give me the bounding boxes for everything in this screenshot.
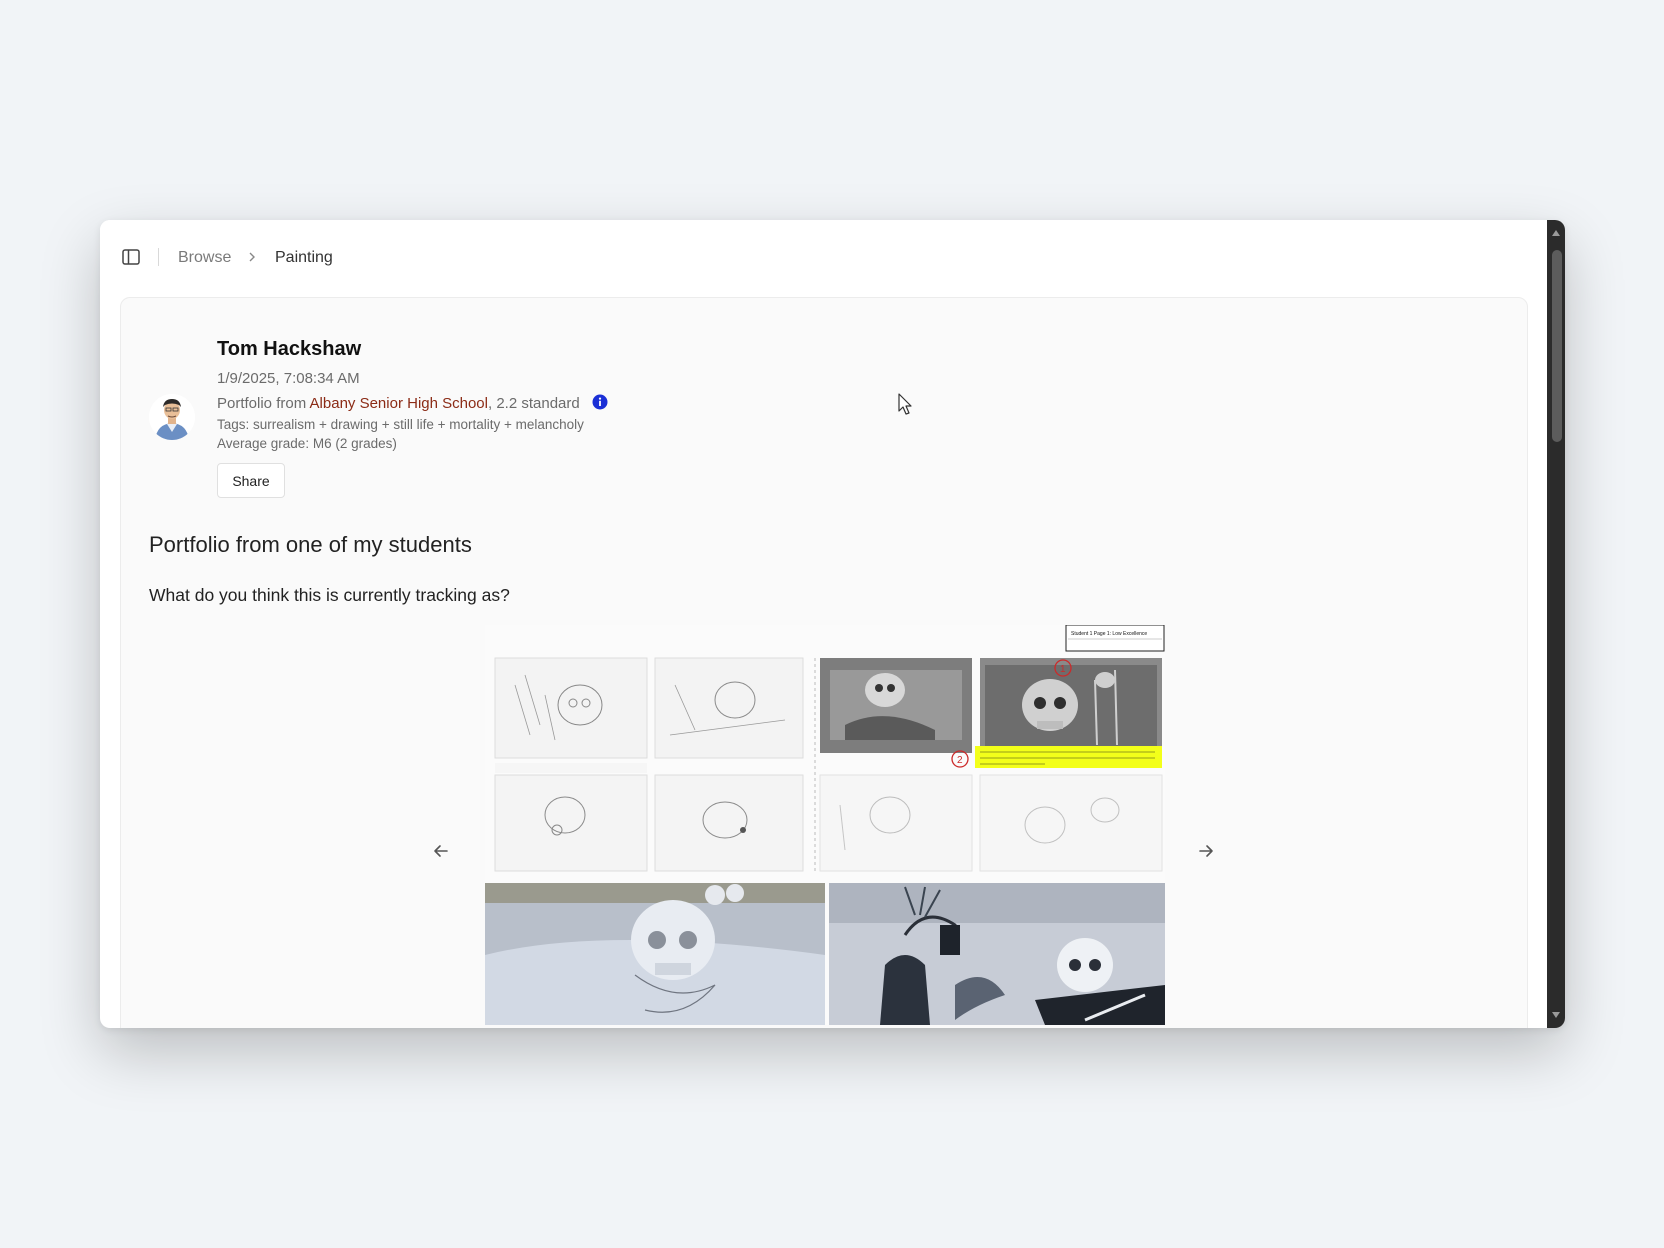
mouse-cursor-icon xyxy=(898,393,912,415)
breadcrumb-current: Painting xyxy=(275,249,333,266)
post-date: 1/9/2025, 7:08:34 AM xyxy=(217,370,360,387)
sketch-panel xyxy=(654,657,804,759)
app-window: Browse Painting Tom Hackshaw 1/9/2025, 7… xyxy=(100,220,1565,1028)
sheet-header-label: Student 1 Page 1: Low Excellence xyxy=(1071,631,1147,637)
portfolio-image[interactable]: Student 1 Page 1: Low Excellence 1 2 xyxy=(485,625,1165,1025)
top-bar: Browse Painting xyxy=(100,220,1547,297)
arrow-left-icon[interactable] xyxy=(429,839,453,863)
drawing-panel-annotated: 1 2 xyxy=(951,658,1162,768)
sketch-panel xyxy=(494,657,648,773)
scrollbar[interactable] xyxy=(1547,220,1565,1028)
painting-panel xyxy=(829,883,1165,1025)
tags-text: Tags: surrealism + drawing + still life … xyxy=(217,417,584,432)
chevron-right-icon xyxy=(249,252,255,262)
post-body: What do you think this is currently trac… xyxy=(149,585,510,605)
painting-panel xyxy=(485,883,825,1025)
school-link[interactable]: Albany Senior High School xyxy=(310,395,488,412)
avatar-illustration xyxy=(149,394,195,440)
sketch-panel xyxy=(819,774,973,872)
scroll-thumb[interactable] xyxy=(1552,250,1562,442)
sketch-panel xyxy=(979,774,1163,872)
info-icon[interactable] xyxy=(592,394,608,410)
portfolio-sheet: Student 1 Page 1: Low Excellence 1 2 xyxy=(485,625,1165,1025)
annotation-marker-1: 1 xyxy=(1060,664,1066,675)
breadcrumb-browse-link[interactable]: Browse xyxy=(178,249,231,267)
sketch-panel xyxy=(654,774,804,872)
standard-text: , 2.2 standard xyxy=(488,395,580,412)
sketch-panel xyxy=(494,774,648,872)
portfolio-prefix: Portfolio from xyxy=(217,395,310,412)
post-title: Portfolio from one of my students xyxy=(149,532,472,557)
avatar[interactable] xyxy=(149,394,195,440)
divider xyxy=(158,248,159,266)
scroll-up-icon[interactable] xyxy=(1551,228,1561,238)
portfolio-meta: Portfolio from Albany Senior High School… xyxy=(217,394,608,412)
arrow-right-icon[interactable] xyxy=(1194,839,1218,863)
post-card: Tom Hackshaw 1/9/2025, 7:08:34 AM Portfo… xyxy=(120,297,1528,1028)
average-grade: Average grade: M6 (2 grades) xyxy=(217,436,397,451)
drawing-panel xyxy=(820,658,972,753)
share-button[interactable]: Share xyxy=(217,463,285,498)
annotation-marker-2: 2 xyxy=(957,755,963,766)
scroll-down-icon[interactable] xyxy=(1551,1010,1561,1020)
sidebar-toggle-icon[interactable] xyxy=(122,248,140,266)
author-name[interactable]: Tom Hackshaw xyxy=(217,338,361,361)
